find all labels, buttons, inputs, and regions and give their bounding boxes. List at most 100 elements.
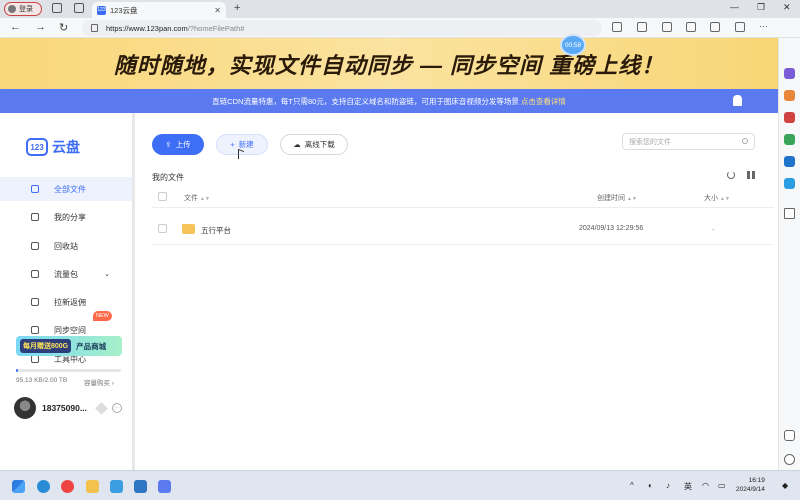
buy-capacity-link[interactable]: 容量购买 › [84,377,114,387]
close-window-icon[interactable]: ✕ [783,2,791,13]
sort-icon: ▲▼ [720,196,730,202]
user-profile[interactable]: 18375090... ··· [14,397,122,419]
edge-taskbar-icon[interactable] [37,480,50,493]
sidebar-item-my-shares[interactable]: 我的分享 [0,205,132,229]
folder-icon [31,185,39,193]
send-icon[interactable] [784,178,795,189]
column-created[interactable]: 创建时间 ▲▼ [597,193,637,203]
search-icon[interactable] [742,138,748,144]
reload-icon[interactable]: ↻ [59,21,68,34]
promo-store-banner[interactable]: 每月赠送800G 产品商城 [16,336,122,356]
vip-diamond-icon[interactable] [95,401,108,415]
copilot-icon[interactable] [784,68,795,79]
workspaces-icon[interactable] [52,3,62,13]
sidebar-item-label: 同步空间 [54,325,86,335]
file-size: - [712,225,715,234]
collections-icon[interactable] [686,22,696,32]
explorer-taskbar-icon[interactable] [86,480,99,493]
notification-icon[interactable]: ◆ [782,481,788,490]
promo-banner[interactable]: 随时随地，实现文件自动同步 — 同步空间 重磅上线！ [0,38,778,89]
browser-essentials-icon[interactable] [735,22,745,32]
ime-indicator[interactable]: 英 [684,481,692,492]
sidebar-item-all-files[interactable]: 全部文件 [0,177,132,201]
app-taskbar-icon[interactable] [110,480,123,493]
close-tab-icon[interactable]: ✕ [214,6,221,15]
clock[interactable]: 16:19 2024/9/14 [736,476,765,494]
offline-download-button[interactable]: ☁ 离线下载 [280,134,348,155]
downloads-icon[interactable] [710,22,720,32]
offline-label: 离线下载 [304,140,335,149]
trash-icon [31,242,39,250]
table-header: 文件 ▲▼ 创建时间 ▲▼ 大小 ▲▼ [152,186,774,208]
row-checkbox[interactable] [158,224,167,233]
sidebar-item-label: 拉新返佣 [54,297,86,307]
timer-badge[interactable]: 00:58 [560,34,586,56]
sidebar-item-referral[interactable]: 拉新返佣 [0,290,132,314]
refresh-icon[interactable] [727,171,735,179]
clock-date: 2024/9/14 [736,486,765,493]
tab-title: 123云盘 [110,5,138,15]
favicon-icon: 123 [97,5,106,15]
avatar [14,397,36,419]
start-icon[interactable] [12,480,25,493]
search-input[interactable]: 搜索您的文件 [622,133,755,150]
bell-icon[interactable] [733,95,742,106]
sidebar-item-label: 回收站 [54,241,78,251]
wifi-icon[interactable]: ◠ [702,481,709,490]
tab-actions-icon[interactable] [74,3,84,13]
office-icon[interactable] [784,134,795,145]
pan-taskbar-icon[interactable] [158,480,171,493]
select-all-checkbox[interactable] [158,192,167,201]
extensions-icon[interactable] [612,22,622,32]
more-icon[interactable]: ··· [759,21,768,31]
back-icon[interactable]: ← [10,21,21,33]
more-options-icon[interactable]: ··· [111,403,122,413]
cloud-download-icon: ☁ [293,140,301,149]
sync-icon [31,326,39,334]
tools-icon[interactable] [784,90,795,101]
new-tab-icon[interactable]: + [234,2,240,14]
notice-text: 直链CDN流量特惠，每T只需80元，支持自定义域名和防盗链，可用于图床音视频分发… [212,96,519,106]
upload-button[interactable]: ⇪ 上传 [152,134,204,155]
column-name[interactable]: 文件 ▲▼ [184,193,210,203]
sidebar-item-traffic[interactable]: 流量包 ⌄ [0,262,132,286]
forward-icon[interactable]: → [35,21,46,33]
chrome-taskbar-icon[interactable] [61,480,74,493]
column-size-label: 大小 [704,195,718,202]
clock-time: 16:19 [748,477,765,484]
buy-capacity-label: 容量购买 [84,380,110,387]
column-size[interactable]: 大小 ▲▼ [704,193,730,203]
logo-text: 云盘 [52,139,80,155]
restore-icon[interactable]: ❐ [757,2,765,13]
storage-text: 95.13 KB/2.00 TB [16,377,68,384]
minimize-icon[interactable]: — [730,2,739,12]
settings-icon[interactable] [784,454,795,465]
sidebar-item-label: 我的分享 [54,212,86,222]
sidebar-item-recycle-bin[interactable]: 回收站 [0,234,132,258]
favorites-icon[interactable] [662,22,672,32]
browser-tab[interactable]: 123 123云盘 ✕ [92,2,226,18]
file-name[interactable]: 五行平台 [201,225,231,236]
notice-bar: 直链CDN流量特惠，每T只需80元，支持自定义域名和防盗链，可用于图床音视频分发… [0,89,778,113]
page: 随时随地，实现文件自动同步 — 同步空间 重磅上线！ 直链CDN流量特惠，每T只… [0,38,778,470]
hide-sidebar-icon[interactable] [784,430,795,441]
tray-app-icon[interactable]: ◐ [648,481,653,490]
table-row[interactable]: 五行平台 2024/09/13 12:29:56 - [152,213,774,245]
address-bar[interactable]: https://www.123pan.com /?homeFilePath# [82,20,602,36]
profile-button[interactable]: 登录 [4,2,42,16]
add-panel-icon[interactable] [784,208,795,219]
games-icon[interactable] [784,112,795,123]
file-created-time: 2024/09/13 12:29:56 [579,225,644,232]
split-screen-icon[interactable] [637,22,647,32]
vscode-taskbar-icon[interactable] [134,480,147,493]
microphone-icon[interactable]: ♪ [666,481,670,490]
logo[interactable]: 123 云盘 [26,137,80,157]
mouse-cursor-icon [238,148,244,162]
battery-icon[interactable]: ▭ [718,481,726,490]
browser-tab-bar: 登录 123 123云盘 ✕ + — ❐ ✕ [0,0,800,18]
grid-view-icon[interactable] [747,171,755,179]
chevron-up-icon[interactable]: ^ [630,481,634,490]
notice-link[interactable]: 点击查看详情 [521,96,566,107]
outlook-icon[interactable] [784,156,795,167]
chevron-down-icon[interactable]: ⌄ [104,270,110,278]
